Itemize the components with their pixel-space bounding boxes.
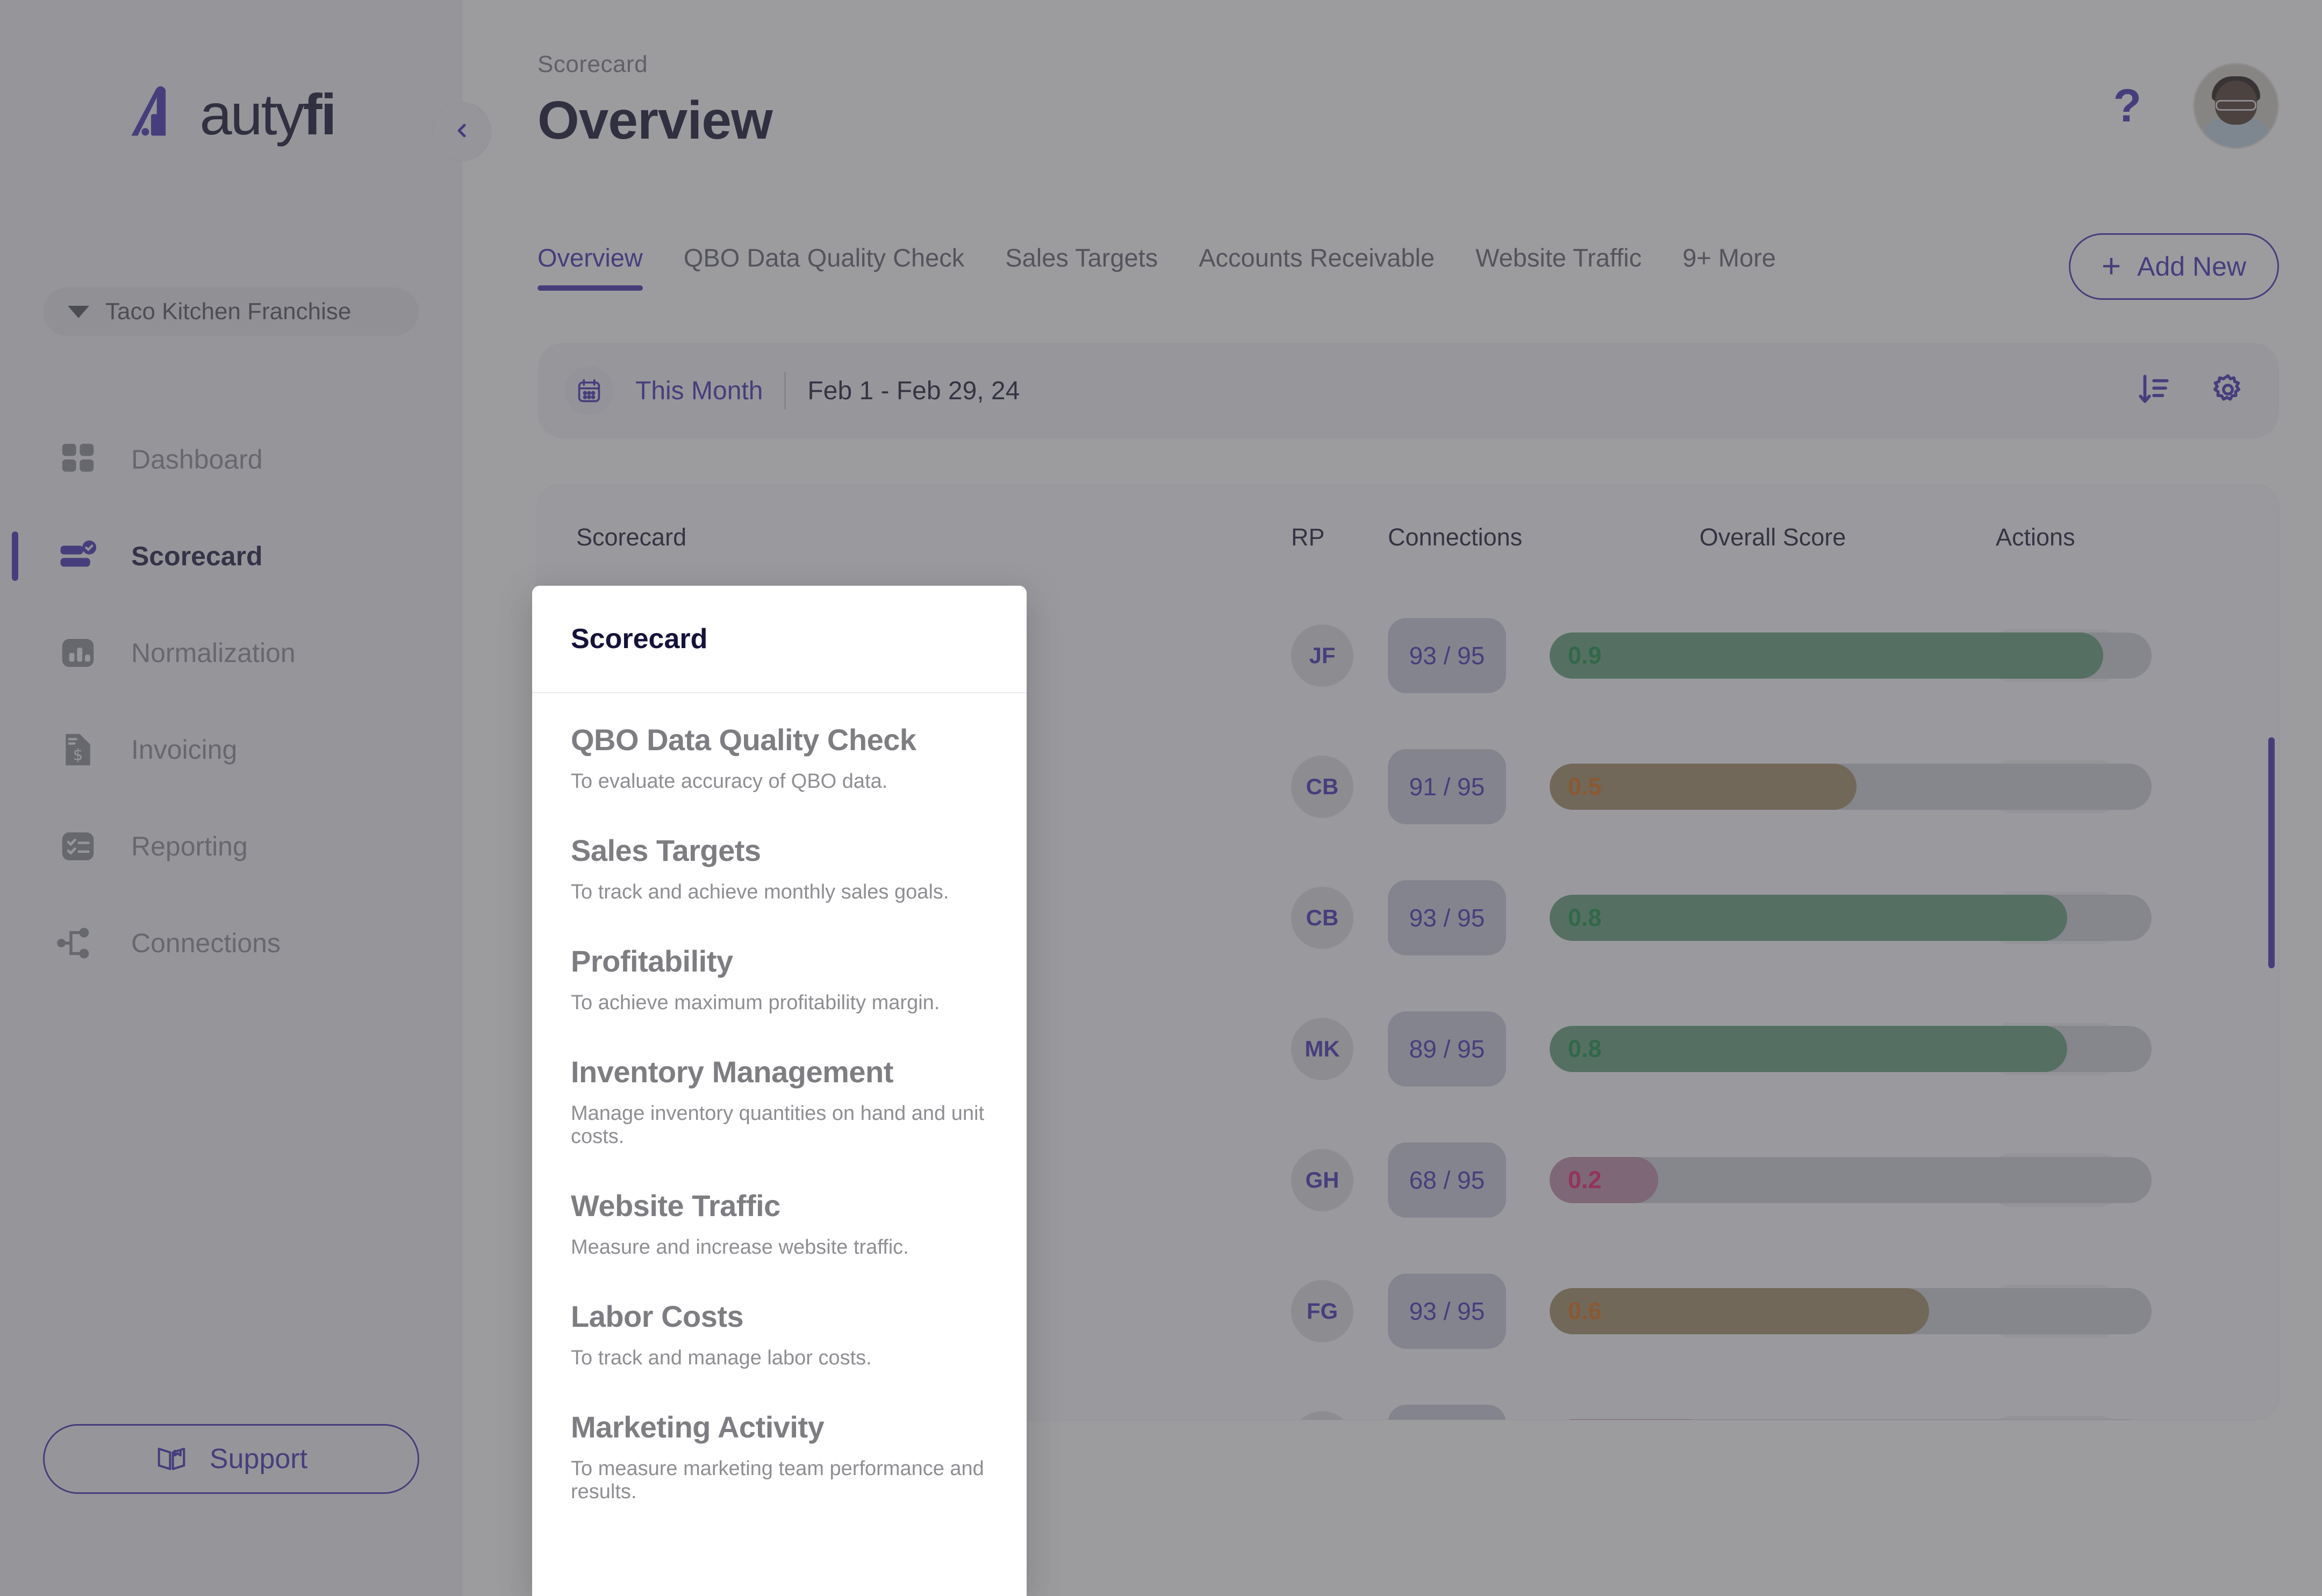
dropdown-item-desc: To evaluate accuracy of QBO data. <box>571 770 888 793</box>
dropdown-title: Scorecard <box>571 623 708 655</box>
dropdown-item-desc: To track and achieve monthly sales goals… <box>571 881 949 903</box>
dropdown-item-title: Website Traffic <box>571 1189 780 1223</box>
dropdown-item-inventory-management[interactable]: Inventory Management Manage inventory qu… <box>532 1054 1027 1148</box>
dropdown-item-marketing-activity[interactable]: Marketing Activity To measure marketing … <box>532 1410 1027 1504</box>
dropdown-item-desc: To track and manage labor costs. <box>571 1347 872 1369</box>
scorecard-dropdown-panel: Scorecard QBO Data Quality Check To eval… <box>532 586 1027 1596</box>
dropdown-item-title: QBO Data Quality Check <box>571 723 916 757</box>
dropdown-item-website-traffic[interactable]: Website Traffic Measure and increase web… <box>532 1188 1027 1259</box>
dropdown-item-desc: Manage inventory quantities on hand and … <box>571 1102 984 1148</box>
dropdown-item-profitability[interactable]: Profitability To achieve maximum profita… <box>532 944 1027 1015</box>
dropdown-item-qbo-data-quality-check[interactable]: QBO Data Quality Check To evaluate accur… <box>532 722 1027 793</box>
modal-scrim[interactable] <box>0 0 2322 1596</box>
dropdown-item-title: Labor Costs <box>571 1299 744 1333</box>
dropdown-item-desc: To achieve maximum profitability margin. <box>571 991 940 1014</box>
dropdown-list: QBO Data Quality Check To evaluate accur… <box>532 693 1027 1504</box>
dropdown-item-title: Sales Targets <box>571 833 761 867</box>
dropdown-item-title: Inventory Management <box>571 1055 893 1089</box>
dropdown-item-desc: To measure marketing team performance an… <box>571 1457 984 1503</box>
dropdown-header: Scorecard <box>532 586 1027 693</box>
dropdown-item-title: Profitability <box>571 944 733 978</box>
dropdown-item-title: Marketing Activity <box>571 1410 825 1444</box>
dropdown-item-sales-targets[interactable]: Sales Targets To track and achieve month… <box>532 833 1027 904</box>
dropdown-item-labor-costs[interactable]: Labor Costs To track and manage labor co… <box>532 1299 1027 1370</box>
dropdown-item-desc: Measure and increase website traffic. <box>571 1236 909 1259</box>
